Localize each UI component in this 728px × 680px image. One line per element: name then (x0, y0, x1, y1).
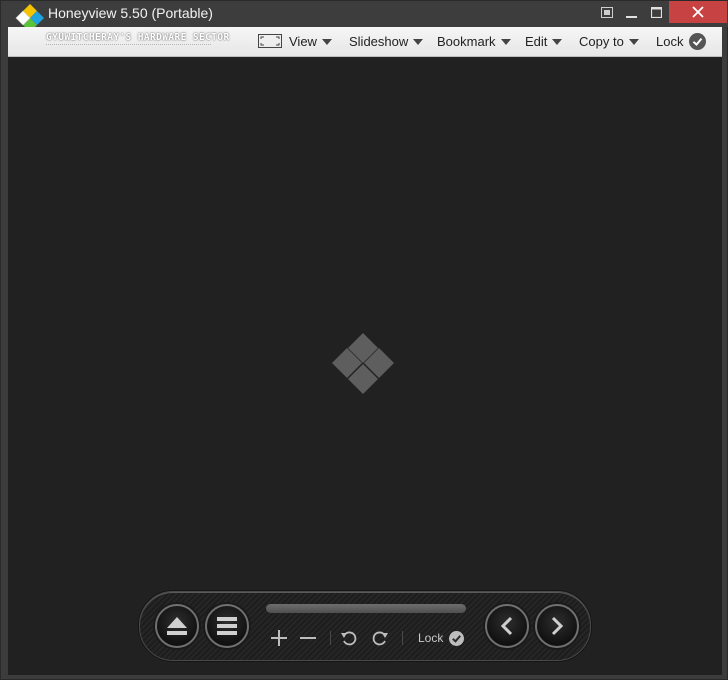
chevron-right-icon (551, 616, 564, 636)
minimize-icon (625, 15, 637, 18)
rotate-left-icon (341, 631, 357, 646)
zoom-in-button[interactable] (269, 628, 289, 648)
close-button[interactable] (669, 1, 727, 23)
honeyview-placeholder-logo-icon (332, 333, 394, 394)
view-menu-label: View (289, 34, 317, 49)
lock-toggle[interactable]: Lock (656, 27, 707, 56)
bookmark-menu[interactable]: Bookmark (437, 27, 511, 56)
view-menu[interactable]: View (289, 27, 332, 56)
dock-separator (402, 631, 403, 645)
bookmark-menu-label: Bookmark (437, 34, 496, 49)
app-window: Honeyview 5.50 (Portable) GYUWITCHERAY'S… (0, 0, 728, 680)
minus-icon (300, 637, 316, 639)
chevron-down-icon (552, 38, 563, 45)
hamburger-menu-icon (217, 617, 237, 635)
slideshow-menu[interactable]: Slideshow (349, 27, 424, 56)
maximize-icon (650, 6, 662, 18)
watermark-logo: GYUWITCHERAY'S HARDWARE SECTOR (46, 32, 229, 52)
position-slider[interactable] (266, 604, 466, 613)
fullscreen-button[interactable] (594, 1, 620, 23)
fullscreen-icon (601, 6, 613, 18)
fit-to-window-button[interactable] (258, 34, 282, 48)
watermark-text: GYUWITCHERAY'S HARDWARE SECTOR (46, 32, 230, 43)
chevron-down-icon (500, 38, 511, 45)
plus-icon (271, 630, 287, 646)
eject-icon (167, 617, 187, 635)
open-file-button[interactable] (155, 604, 199, 648)
chevron-down-icon (321, 38, 332, 45)
fit-window-icon (260, 36, 280, 46)
rotate-right-button[interactable] (370, 628, 390, 648)
control-dock: Lock (139, 591, 591, 661)
check-icon (689, 33, 707, 50)
maximize-button[interactable] (643, 1, 669, 23)
toolbar: GYUWITCHERAY'S HARDWARE SECTOR View Slid… (8, 27, 722, 57)
zoom-out-button[interactable] (298, 628, 318, 648)
chevron-down-icon (413, 38, 424, 45)
copy-to-menu-label: Copy to (579, 34, 624, 49)
edit-menu-label: Edit (525, 34, 548, 49)
menu-button[interactable] (205, 604, 249, 648)
close-icon (692, 6, 704, 18)
chevron-down-icon (628, 38, 639, 45)
previous-image-button[interactable] (485, 604, 529, 648)
image-viewer-area[interactable] (8, 57, 722, 675)
chevron-left-icon (500, 616, 513, 636)
window-title: Honeyview 5.50 (Portable) (48, 5, 213, 21)
lock-label: Lock (656, 34, 684, 49)
dock-lock-toggle[interactable]: Lock (418, 628, 465, 648)
copy-to-menu[interactable]: Copy to (579, 27, 639, 56)
slideshow-menu-label: Slideshow (349, 34, 409, 49)
next-image-button[interactable] (535, 604, 579, 648)
edit-menu[interactable]: Edit (525, 27, 563, 56)
watermark-subline (46, 44, 211, 48)
dock-separator (330, 631, 331, 645)
rotate-right-icon (372, 631, 388, 646)
rotate-left-button[interactable] (339, 628, 359, 648)
dock-lock-label: Lock (418, 631, 444, 645)
minimize-button[interactable] (618, 1, 644, 23)
title-bar[interactable]: Honeyview 5.50 (Portable) (1, 1, 728, 31)
check-icon (449, 630, 465, 646)
